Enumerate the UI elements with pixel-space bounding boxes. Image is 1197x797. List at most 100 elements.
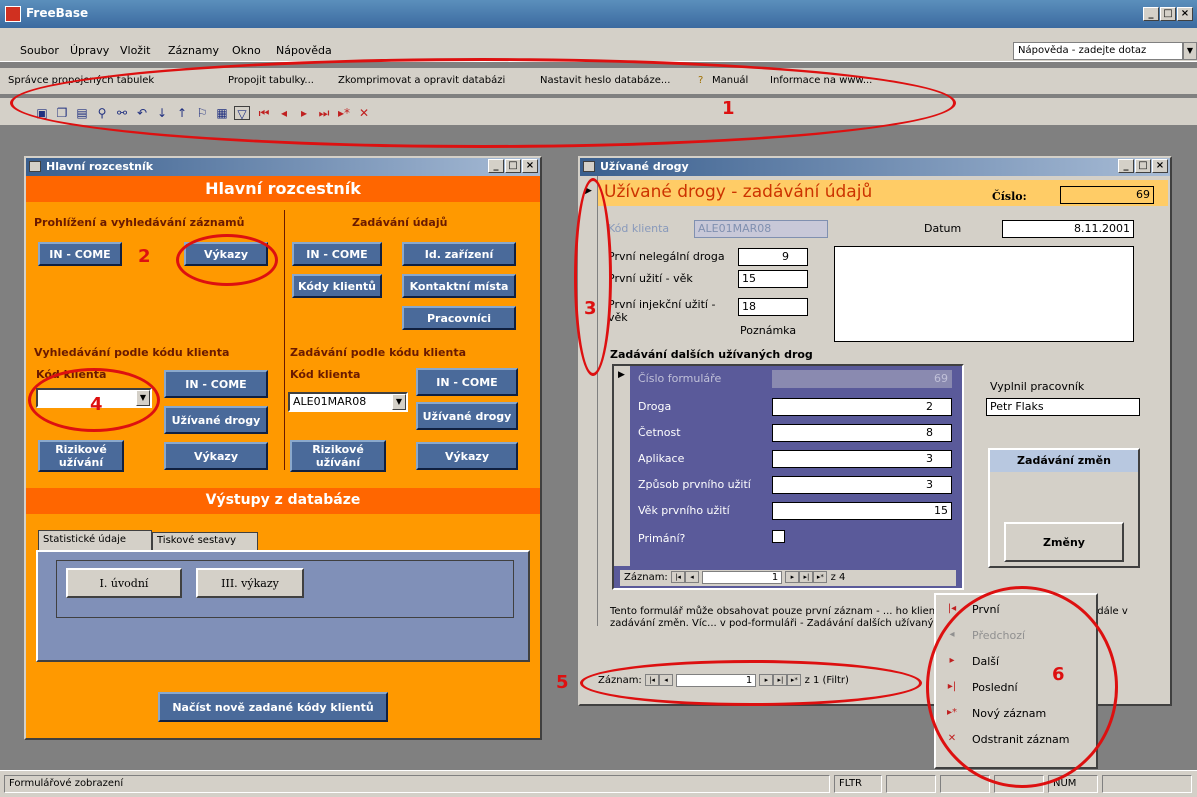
menu-zaznamy[interactable]: Záznamy [168, 44, 219, 57]
app-titlebar: FreeBase _ □ × [0, 0, 1197, 28]
section-entry: Zadávání údajů [352, 216, 448, 229]
minimize-button[interactable]: _ [1143, 7, 1159, 21]
annotation-6: 6 [1052, 664, 1065, 685]
sub-record-number[interactable]: 1 [702, 571, 783, 584]
subform-record-selector[interactable]: ▶ [614, 366, 630, 566]
rizikove-entry-button[interactable]: Rizikové užívání [290, 440, 386, 472]
annotation-2: 2 [138, 246, 151, 267]
maximize-button[interactable]: □ [505, 159, 521, 173]
kod-klienta-label: Kód klienta [608, 222, 670, 235]
prvni-droga-combo[interactable]: 9 [738, 248, 808, 266]
kontaktni-mista-button[interactable]: Kontaktní místa [402, 274, 516, 298]
chevron-down-icon[interactable]: ▼ [392, 394, 406, 410]
annotation-ellipse-5 [580, 660, 922, 706]
help-dropdown-icon[interactable]: ▼ [1183, 42, 1197, 60]
drugs-window-controls: _ □ × [1118, 159, 1168, 173]
primani-label: Primání? [638, 532, 686, 545]
load-codes-button[interactable]: Načíst nově zadané kódy klientů [158, 692, 388, 722]
uzivane-drogy-button[interactable]: Užívané drogy [164, 406, 268, 434]
client-code-combo-2[interactable]: ALE01MAR08 ▼ [288, 392, 408, 412]
form-header: Užívané drogy - zadávání údajů [604, 182, 873, 202]
primani-checkbox[interactable] [772, 530, 785, 543]
annotation-5: 5 [556, 672, 569, 693]
annotation-ellipse-3 [574, 178, 612, 376]
prvni-uziti-field[interactable]: 15 [738, 270, 808, 288]
prvni-uziti-label: První užití - věk [608, 272, 693, 285]
droga-combo[interactable]: 2 [772, 398, 952, 416]
zpusob-label: Způsob prvního užití [638, 478, 751, 491]
kody-klientu-button[interactable]: Kódy klientů [292, 274, 382, 298]
sub-cislo-label: Číslo formuláře [638, 372, 722, 385]
menu-vlozit[interactable]: Vložit [120, 44, 150, 57]
sub-nav-count: z 4 [830, 572, 846, 583]
annotation-4: 4 [90, 394, 103, 415]
first-record-icon[interactable]: |◂ [671, 571, 685, 583]
aplikace-label: Aplikace [638, 452, 685, 465]
zmeny-header: Zadávání změn [990, 450, 1138, 472]
income-entry-button[interactable]: IN - COME [292, 242, 382, 266]
tab-statisticke[interactable]: Statistické údaje [38, 530, 152, 550]
drugs-title: Užívané drogy [600, 160, 689, 173]
next-record-icon[interactable]: ▸ [785, 571, 800, 583]
poznamka-label: Poznámka [740, 324, 797, 337]
app-title: FreeBase [26, 6, 89, 20]
zmeny-button[interactable]: Změny [1004, 522, 1124, 562]
vek-label: Věk prvního užití [638, 504, 730, 517]
restore-button[interactable]: □ [1160, 7, 1176, 21]
vek-field[interactable]: 15 [772, 502, 952, 520]
aplikace-combo[interactable]: 3 [772, 450, 952, 468]
zmeny-panel: Zadávání změn Změny [988, 448, 1140, 568]
close-button[interactable]: × [1152, 159, 1168, 173]
zpusob-combo[interactable]: 3 [772, 476, 952, 494]
menu-okno[interactable]: Okno [232, 44, 261, 57]
cislo-label: Číslo: [992, 190, 1027, 203]
status-fltr: FLTR [834, 775, 882, 793]
vykazy-search-button[interactable]: Výkazy [164, 442, 268, 470]
minimize-button[interactable]: _ [488, 159, 504, 173]
id-zarizeni-button[interactable]: Id. zařízení [402, 242, 516, 266]
switchboard-title: Hlavní rozcestník [46, 160, 154, 173]
sub-cislo-field: 69 [772, 370, 952, 388]
window-controls: _ □ × [1143, 7, 1193, 21]
new-record-icon[interactable]: ▸* [813, 571, 828, 583]
uvodni-button[interactable]: I. úvodní [66, 568, 182, 598]
status-text: Formulářové zobrazení [4, 775, 830, 793]
prev-record-icon[interactable]: ◂ [685, 571, 699, 583]
uzivane-drogy-entry-button[interactable]: Užívané drogy [416, 402, 518, 430]
status-cell [886, 775, 936, 793]
app-icon [5, 6, 21, 22]
drugs-titlebar: Užívané drogy _ □ × [580, 158, 1170, 176]
annotation-ellipse-1 [10, 58, 956, 148]
help-search-input[interactable]: Nápověda - zadejte dotaz [1013, 42, 1183, 60]
section-search: Vyhledávání podle kódu klienta [34, 346, 230, 359]
kod-klienta-label-2: Kód klienta [290, 368, 361, 381]
menu-soubor[interactable]: Soubor [20, 44, 59, 57]
tab-tiskove[interactable]: Tiskové sestavy [152, 532, 258, 550]
poznamka-field[interactable] [834, 246, 1134, 342]
pracovnici-button[interactable]: Pracovníci [402, 306, 516, 330]
datum-field[interactable]: 8.11.2001 [1002, 220, 1134, 238]
income-entry-client-button[interactable]: IN - COME [416, 368, 518, 396]
status-cell [1102, 775, 1192, 793]
close-button[interactable]: × [1177, 7, 1193, 21]
kod-klienta-field[interactable]: ALE01MAR08 [694, 220, 828, 238]
main-switchboard-window: Hlavní rozcestník _ □ × Hlavní rozcestní… [24, 156, 542, 740]
menu-napoveda[interactable]: Nápověda [276, 44, 332, 57]
cetnost-combo[interactable]: 8 [772, 424, 952, 442]
menu-upravy[interactable]: Úpravy [70, 44, 109, 57]
vykazy-entry-button[interactable]: Výkazy [416, 442, 518, 470]
income-search-button[interactable]: IN - COME [164, 370, 268, 398]
annotation-1: 1 [722, 98, 735, 119]
maximize-button[interactable]: □ [1135, 159, 1151, 173]
vykazy-report-button[interactable]: III. výkazy [196, 568, 304, 598]
minimize-button[interactable]: _ [1118, 159, 1134, 173]
injekcni-field[interactable]: 18 [738, 298, 808, 316]
datum-label: Datum [924, 222, 962, 235]
annotation-ellipse-2 [176, 234, 278, 286]
close-button[interactable]: × [522, 159, 538, 173]
vyplnil-combo[interactable]: Petr Flaks [986, 398, 1140, 416]
rizikove-button[interactable]: Rizikové užívání [38, 440, 124, 472]
income-button[interactable]: IN - COME [38, 242, 122, 266]
subform-navigator: Záznam: |◂ ◂ 1 ▸ ▸| ▸* z 4 [620, 570, 956, 586]
last-record-icon[interactable]: ▸| [799, 571, 814, 583]
